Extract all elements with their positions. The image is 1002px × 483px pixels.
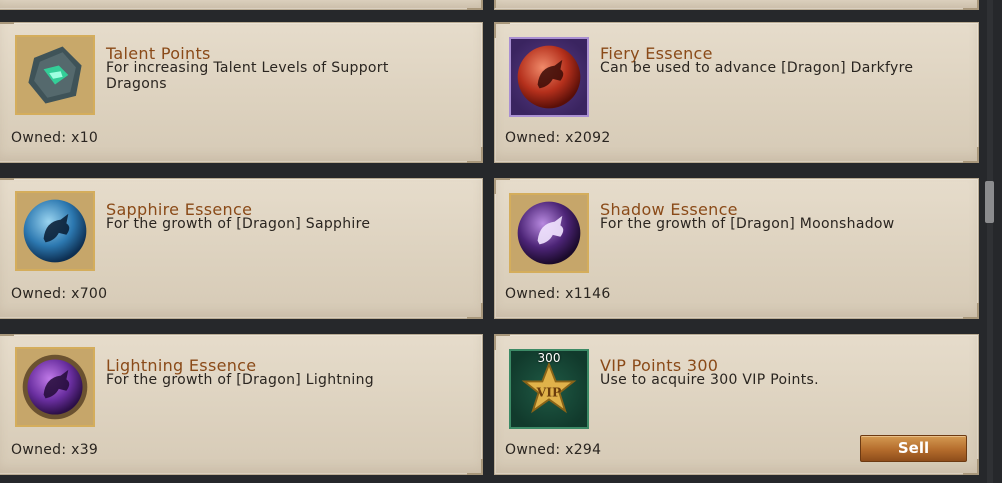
item-owned-count: Owned: x10: [11, 130, 99, 146]
scrollbar-track[interactable]: [987, 0, 993, 483]
scrollbar-thumb[interactable]: [985, 181, 994, 223]
fiery-dragon-orb-icon: [509, 37, 589, 117]
sapphire-dragon-orb-icon: [15, 191, 95, 271]
item-card-sapphire-essence[interactable]: Sapphire Essence For the growth of [Drag…: [0, 178, 483, 319]
item-card-talent-points[interactable]: Talent Points For increasing Talent Leve…: [0, 22, 483, 163]
sell-button[interactable]: Sell: [860, 435, 967, 462]
talent-stone-icon: [15, 35, 95, 115]
item-description: For increasing Talent Levels of Support …: [106, 60, 389, 92]
item-description: Use to acquire 300 VIP Points.: [600, 372, 819, 388]
item-owned-count: Owned: x39: [11, 442, 99, 458]
svg-text:VIP: VIP: [536, 385, 562, 400]
item-card-partial-right[interactable]: [494, 0, 979, 10]
lightning-dragon-orb-icon: [15, 347, 95, 427]
item-description: For the growth of [Dragon] Sapphire: [106, 216, 371, 232]
item-owned-count: Owned: x294: [505, 442, 602, 458]
item-owned-count: Owned: x1146: [505, 286, 611, 302]
item-description: For the growth of [Dragon] Lightning: [106, 372, 374, 388]
item-owned-count: Owned: x2092: [505, 130, 611, 146]
item-card-fiery-essence[interactable]: Fiery Essence Can be used to advance [Dr…: [494, 22, 979, 163]
item-owned-count: Owned: x700: [11, 286, 108, 302]
shadow-dragon-orb-icon: [509, 193, 589, 273]
vip-quantity-badge: 300: [537, 351, 561, 365]
item-card-partial-left[interactable]: [0, 0, 483, 10]
item-card-shadow-essence[interactable]: Shadow Essence For the growth of [Dragon…: [494, 178, 979, 319]
item-description: Can be used to advance [Dragon] Darkfyre: [600, 60, 914, 76]
item-description: For the growth of [Dragon] Moonshadow: [600, 216, 895, 232]
item-card-lightning-essence[interactable]: Lightning Essence For the growth of [Dra…: [0, 334, 483, 475]
